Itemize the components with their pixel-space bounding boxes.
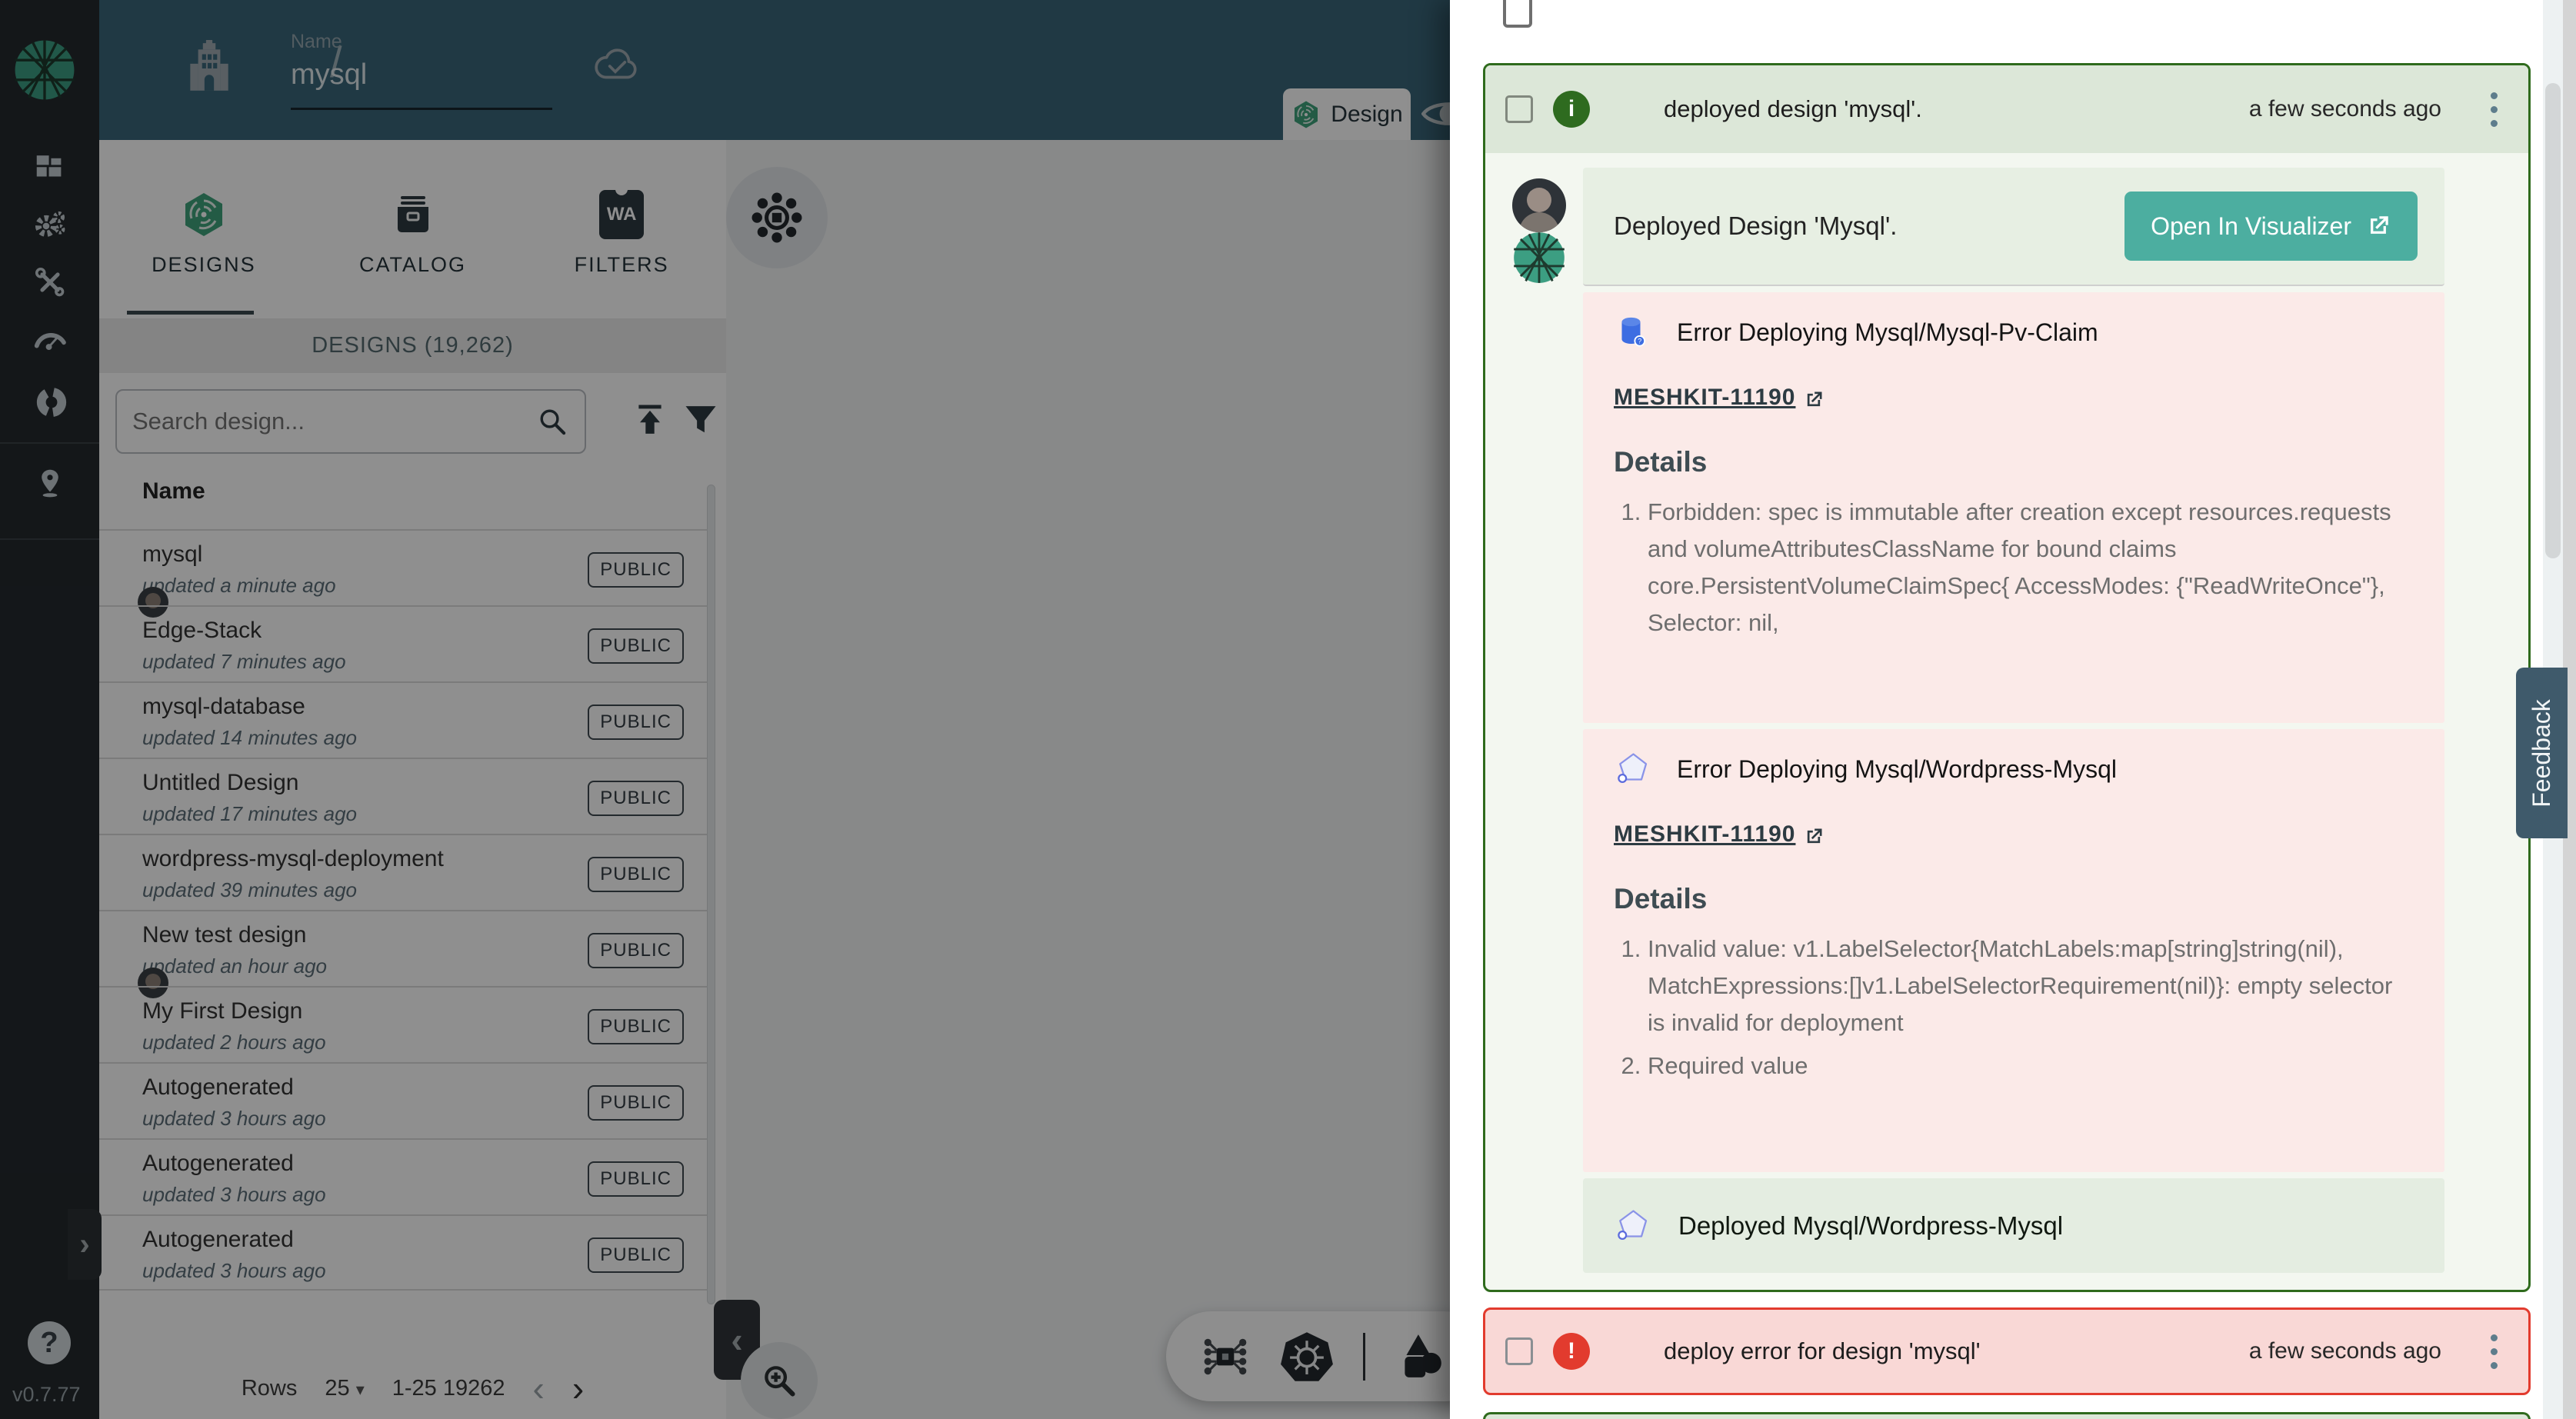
error-detail-item: Forbidden: spec is immutable after creat…	[1648, 494, 2398, 641]
user-avatar	[1512, 178, 1566, 232]
error-title: Error Deploying Mysql/Wordpress-Mysql	[1677, 755, 2117, 784]
feedback-label: Feedback	[2528, 699, 2556, 808]
error-detail-box: Error Deploying Mysql/Wordpress-Mysql ME…	[1583, 729, 2444, 1172]
notification-card-partial[interactable]	[1483, 1412, 2531, 1419]
notification-drawer: i deployed design 'mysql'. a few seconds…	[1450, 0, 2576, 1419]
deployed-success-text: Deployed Mysql/Wordpress-Mysql	[1678, 1211, 2063, 1241]
deployed-design-box: Deployed Design 'Mysql'. Open In Visuali…	[1583, 168, 2444, 286]
svg-text:?: ?	[1638, 338, 1641, 345]
notification-checkbox[interactable]	[1505, 1337, 1533, 1365]
notification-summary: deploy error for design 'mysql'	[1664, 1337, 1981, 1365]
details-heading: Details	[1614, 883, 2398, 915]
notification-card-error: ! deploy error for design 'mysql' a few …	[1483, 1307, 2531, 1395]
error-detail-box: ? Error Deploying Mysql/Mysql-Pv-Claim M…	[1583, 292, 2444, 723]
notification-header[interactable]: ! deploy error for design 'mysql' a few …	[1485, 1310, 2528, 1393]
service-pentagon-icon	[1614, 751, 1651, 788]
notification-checkbox[interactable]	[1505, 95, 1533, 123]
drawer-scrollbar-thumb[interactable]	[2545, 83, 2561, 558]
external-link-icon	[1803, 389, 1825, 411]
notification-summary: deployed design 'mysql'.	[1664, 95, 1922, 123]
notification-time: a few seconds ago	[2249, 96, 2441, 122]
meshery-avatar	[1512, 231, 1566, 285]
error-details-list: Invalid value: v1.LabelSelector{MatchLab…	[1614, 931, 2398, 1084]
error-icon: !	[1553, 1333, 1590, 1370]
meshkit-error-link[interactable]: MESHKIT-11190	[1614, 821, 1825, 848]
notification-checkbox[interactable]	[1503, 0, 1532, 28]
service-pentagon-icon	[1614, 1207, 1651, 1244]
notification-card-deployed: i deployed design 'mysql'. a few seconds…	[1483, 63, 2531, 1292]
error-title: Error Deploying Mysql/Mysql-Pv-Claim	[1677, 318, 2098, 347]
open-in-visualizer-button[interactable]: Open In Visualizer	[2124, 192, 2418, 261]
error-details-list: Forbidden: spec is immutable after creat…	[1614, 494, 2398, 641]
kebab-menu-icon[interactable]	[2491, 92, 2498, 127]
external-link-icon	[2365, 213, 2391, 239]
notification-body: Deployed Design 'Mysql'. Open In Visuali…	[1485, 153, 2528, 1292]
details-heading: Details	[1614, 446, 2398, 478]
meshery-app: ? v0.7.77 / Name mysql	[0, 0, 2576, 1419]
kebab-menu-icon[interactable]	[2491, 1334, 2498, 1369]
notification-header[interactable]: i deployed design 'mysql'. a few seconds…	[1485, 65, 2528, 153]
notification-time: a few seconds ago	[2249, 1338, 2441, 1364]
external-link-icon	[1803, 826, 1825, 848]
feedback-tab[interactable]: Feedback	[2516, 668, 2568, 838]
deployed-success-row: Deployed Mysql/Wordpress-Mysql	[1583, 1178, 2444, 1273]
error-detail-item: Invalid value: v1.LabelSelector{MatchLab…	[1648, 931, 2398, 1041]
error-detail-item: Required value	[1648, 1048, 2398, 1084]
meshkit-error-link[interactable]: MESHKIT-11190	[1614, 385, 1825, 411]
database-icon: ?	[1614, 314, 1651, 351]
info-icon: i	[1553, 91, 1590, 128]
deployed-design-text: Deployed Design 'Mysql'.	[1614, 212, 1897, 241]
modal-backdrop[interactable]	[0, 0, 1450, 1419]
